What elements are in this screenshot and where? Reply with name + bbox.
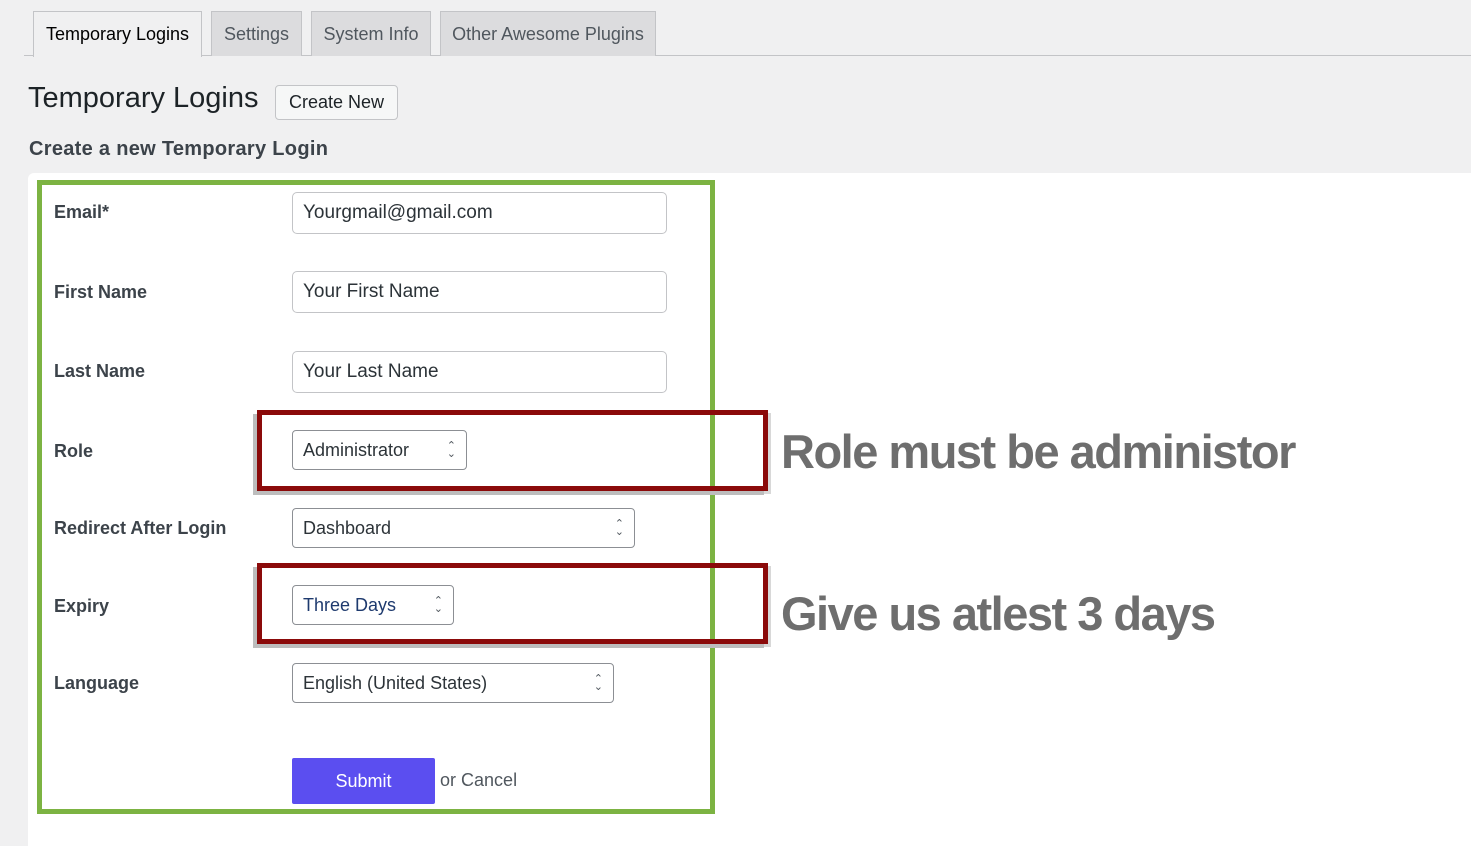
chevron-up-down-icon: ⌃ ⌄ [593,673,603,693]
language-select[interactable]: English (United States) ⌃ ⌄ [292,663,614,703]
page-title: Temporary Logins [28,82,259,114]
role-annotation: Role must be administor [781,425,1296,478]
email-label: Email* [54,202,110,222]
role-select-value: Administrator [303,439,410,460]
tab-other-awesome-plugins[interactable]: Other Awesome Plugins [440,11,656,56]
cancel-link[interactable]: Cancel [461,770,517,790]
expiry-annotation: Give us atlest 3 days [781,587,1216,640]
language-select-value: English (United States) [303,672,488,693]
expiry-select[interactable]: Three Days ⌃ ⌄ [292,585,454,625]
language-label: Language [54,673,140,693]
tab-settings[interactable]: Settings [211,11,302,56]
redirect-select-value: Dashboard [303,517,392,538]
expiry-label: Expiry [54,596,110,616]
chevron-up-down-icon: ⌃ ⌄ [433,595,443,615]
form-subtitle: Create a new Temporary Login [29,138,329,160]
chevron-up-down-icon: ⌃ ⌄ [446,440,456,460]
email-field[interactable]: Yourgmail@gmail.com [292,192,667,234]
tab-system-info[interactable]: System Info [311,11,431,56]
or-label: or [440,770,457,790]
first-name-label: First Name [54,282,148,302]
expiry-select-value: Three Days [303,594,397,615]
form-panel [28,173,1471,846]
last-name-field[interactable]: Your Last Name [292,351,667,393]
tab-temporary-logins[interactable]: Temporary Logins [33,11,202,57]
role-label: Role [54,441,94,461]
first-name-field[interactable]: Your First Name [292,271,667,313]
redirect-label: Redirect After Login [54,518,227,538]
chevron-up-down-icon: ⌃ ⌄ [614,518,624,538]
submit-button[interactable]: Submit [292,758,435,804]
redirect-select[interactable]: Dashboard ⌃ ⌄ [292,508,635,548]
last-name-label: Last Name [54,361,146,381]
create-new-button[interactable]: Create New [275,85,398,120]
role-select[interactable]: Administrator ⌃ ⌄ [292,430,467,470]
or-cancel-text: or Cancel [440,770,517,791]
